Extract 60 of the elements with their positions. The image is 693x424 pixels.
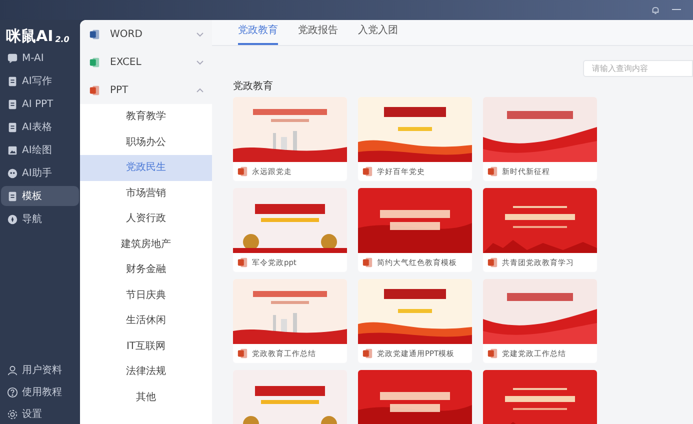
subcategory-item[interactable]: 其他	[80, 384, 212, 410]
subcategory-item[interactable]: 法律法规	[80, 359, 212, 384]
nav-item[interactable]: M-AI	[1, 48, 79, 68]
bell-icon[interactable]	[651, 5, 660, 15]
ppt-file-icon	[237, 348, 248, 359]
ppt-file-icon	[237, 166, 248, 177]
nav-item[interactable]: 设置	[0, 406, 80, 422]
ppt-file-icon	[487, 257, 498, 268]
subcategory-item[interactable]: 市场营销	[80, 180, 212, 206]
document-icon	[7, 76, 18, 86]
subcategory-item[interactable]: 财务金融	[80, 257, 212, 282]
subcategory-item[interactable]: 职场办公	[80, 130, 212, 155]
image-icon	[7, 144, 18, 156]
tab[interactable]: 党政报告	[298, 23, 338, 45]
minimize-icon[interactable]	[672, 9, 681, 11]
subcategory-item[interactable]: 节日庆典	[80, 282, 212, 308]
tab[interactable]: 党政教育	[238, 23, 278, 45]
search-field[interactable]: 请输入查询内容	[583, 60, 693, 77]
chat-icon	[7, 52, 18, 64]
compass-icon	[7, 214, 18, 224]
ppt-file-icon	[362, 257, 373, 268]
section-title: 党政教育	[232, 80, 274, 94]
category-header[interactable]: EXCEL	[80, 48, 212, 76]
nav-item[interactable]: 用户资料	[0, 362, 80, 378]
excel-file-icon	[89, 56, 100, 68]
app-logo: 咪鼠AI	[6, 29, 54, 44]
subcategory-item[interactable]: 教育教学	[80, 104, 212, 130]
subcategory-item[interactable]: 建筑房地产	[80, 232, 212, 257]
document-icon	[7, 122, 18, 132]
word-file-icon	[89, 28, 100, 40]
nav-item[interactable]: AI写作	[1, 71, 79, 91]
nav-item[interactable]: 模板	[1, 186, 79, 206]
subcategory-item[interactable]: IT互联网	[80, 334, 212, 359]
tab[interactable]: 入党入团	[358, 23, 398, 45]
ppt-file-icon	[89, 84, 100, 96]
nav-item[interactable]: AI PPT	[1, 94, 79, 114]
ppt-file-icon	[487, 166, 498, 177]
nav-item[interactable]: AI表格	[1, 117, 79, 137]
nav-item[interactable]: AI助手	[1, 163, 79, 183]
nav-item[interactable]: 导航	[1, 209, 79, 229]
document-icon	[7, 190, 18, 202]
user-icon	[7, 364, 18, 376]
subcategory-item[interactable]: 生活休闲	[80, 308, 212, 334]
ppt-file-icon	[487, 348, 498, 359]
category-header[interactable]: WORD	[80, 20, 212, 48]
document-icon	[7, 98, 18, 110]
nav-item[interactable]: AI绘图	[1, 140, 79, 160]
ppt-file-icon	[237, 257, 248, 268]
chevron-down-icon	[196, 32, 204, 36]
category-header[interactable]: PPT	[80, 76, 212, 104]
nav-item[interactable]: 使用教程	[0, 384, 80, 400]
settings-icon	[7, 408, 18, 420]
chevron-up-icon	[196, 88, 204, 92]
version-label: 2.0	[55, 36, 70, 44]
ppt-file-icon	[362, 348, 373, 359]
help-icon	[7, 386, 18, 398]
ppt-file-icon	[362, 166, 373, 177]
chevron-down-icon	[196, 60, 204, 64]
subcategory-item[interactable]: 人资行政	[80, 206, 212, 232]
head-icon	[7, 168, 18, 178]
